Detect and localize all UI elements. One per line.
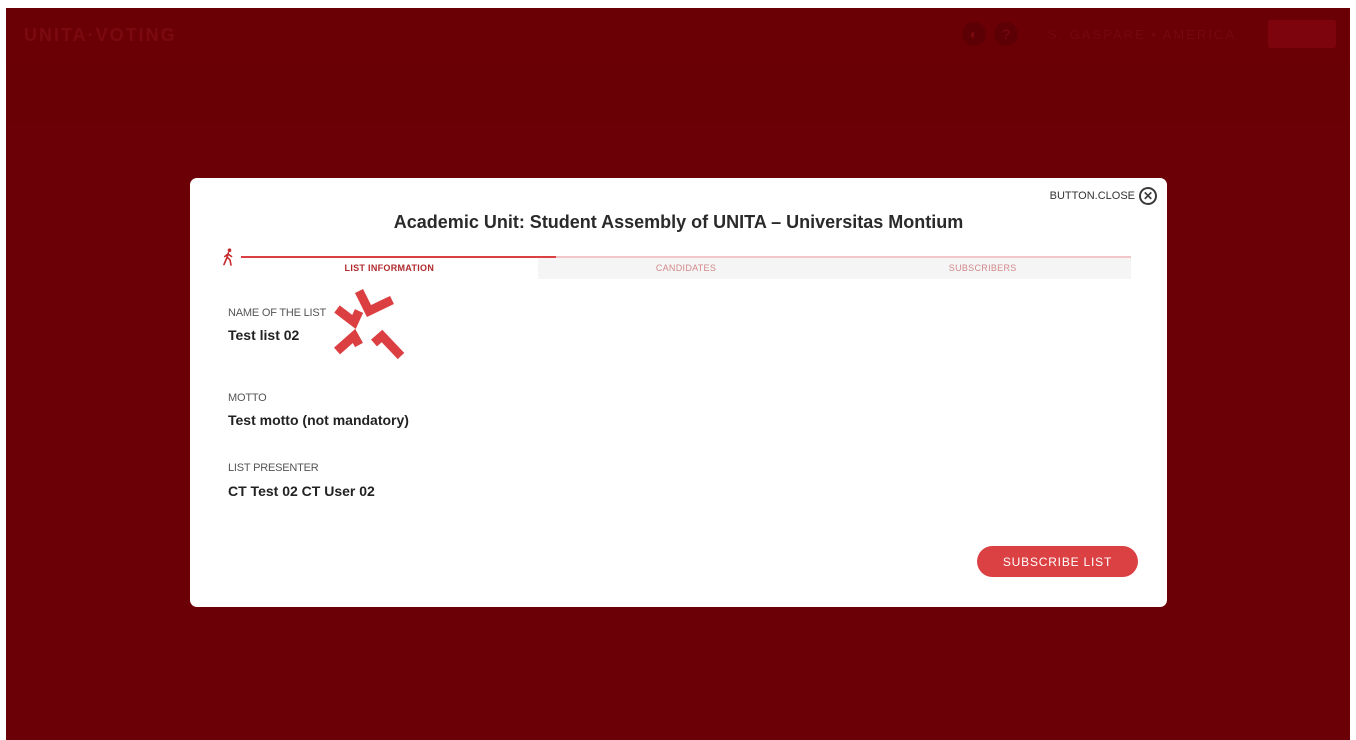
- user-name[interactable]: S. GASPARE • AMERICA: [1048, 27, 1236, 42]
- walking-person-icon: [223, 248, 233, 266]
- close-button[interactable]: BUTTON.CLOSE ✕: [1050, 187, 1157, 205]
- list-name-label: NAME OF THE LIST: [228, 307, 327, 319]
- tab-subscribers[interactable]: SUBSCRIBERS: [834, 258, 1132, 279]
- close-circle-icon[interactable]: ✕: [1139, 187, 1157, 205]
- logout-button[interactable]: [1268, 20, 1336, 48]
- close-label: BUTTON.CLOSE: [1049, 190, 1135, 202]
- motto-label: MOTTO: [228, 392, 267, 404]
- tab-list-information[interactable]: LIST INFORMATION: [241, 258, 538, 279]
- motto-value: Test motto (not mandatory): [228, 412, 409, 428]
- brand-logo[interactable]: UNITA·VOTING: [24, 25, 177, 46]
- list-presenter-label: LIST PRESENTER: [228, 462, 319, 474]
- subscribe-list-button[interactable]: SUBSCRIBE LIST: [977, 546, 1138, 577]
- top-navbar: UNITA·VOTING ◐ ? S. GASPARE • AMERICA: [6, 8, 1350, 64]
- list-info-modal: BUTTON.CLOSE ✕ Academic Unit: Student As…: [190, 178, 1167, 607]
- angry-vein-icon: [334, 288, 404, 360]
- step-tabs: LIST INFORMATION CANDIDATES SUBSCRIBERS: [241, 258, 1132, 279]
- tab-candidates[interactable]: CANDIDATES: [537, 258, 835, 279]
- top-nav-right: ◐ ? S. GASPARE • AMERICA: [961, 20, 1336, 48]
- help-icon[interactable]: ?: [993, 22, 1018, 46]
- language-icon[interactable]: ◐: [961, 22, 986, 46]
- list-presenter-value: CT Test 02 CT User 02: [228, 483, 375, 499]
- background-section: [6, 64, 1350, 122]
- list-name-value: Test list 02: [228, 327, 300, 343]
- modal-title: Academic Unit: Student Assembly of UNITA…: [393, 212, 964, 232]
